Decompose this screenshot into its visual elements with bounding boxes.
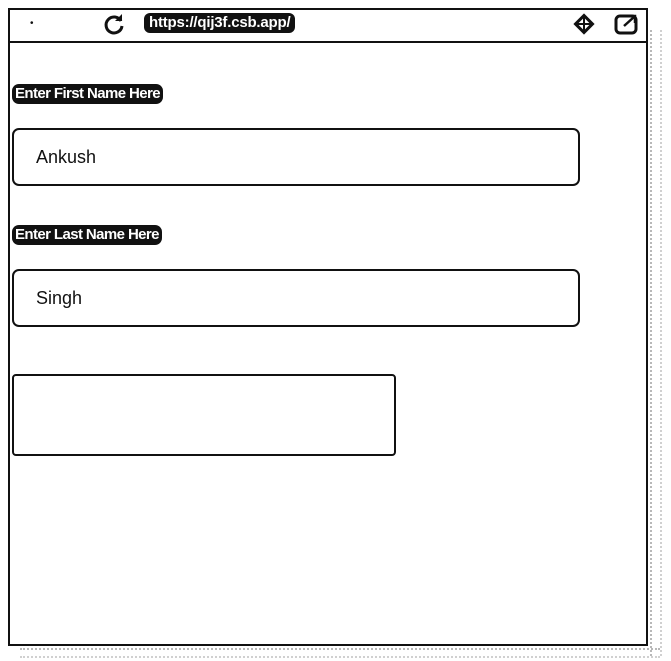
submit-button[interactable] [12,374,396,456]
last-name-label: Enter Last Name Here [12,225,162,245]
browser-window: • https://qij3f.csb.app/ Enter First Nam… [8,8,648,646]
browser-toolbar: • https://qij3f.csb.app/ [10,10,646,43]
window-shadow-bottom [20,648,660,658]
last-name-input[interactable] [12,269,580,327]
reload-icon[interactable] [102,12,126,36]
open-in-new-window-icon[interactable] [614,12,640,36]
back-icon[interactable]: • [30,19,36,29]
window-shadow-right [650,30,662,656]
address-bar-url[interactable]: https://qij3f.csb.app/ [144,13,296,33]
first-name-label: Enter First Name Here [12,84,163,104]
sandbox-diamond-icon[interactable] [572,12,596,36]
first-name-input[interactable] [12,128,580,186]
